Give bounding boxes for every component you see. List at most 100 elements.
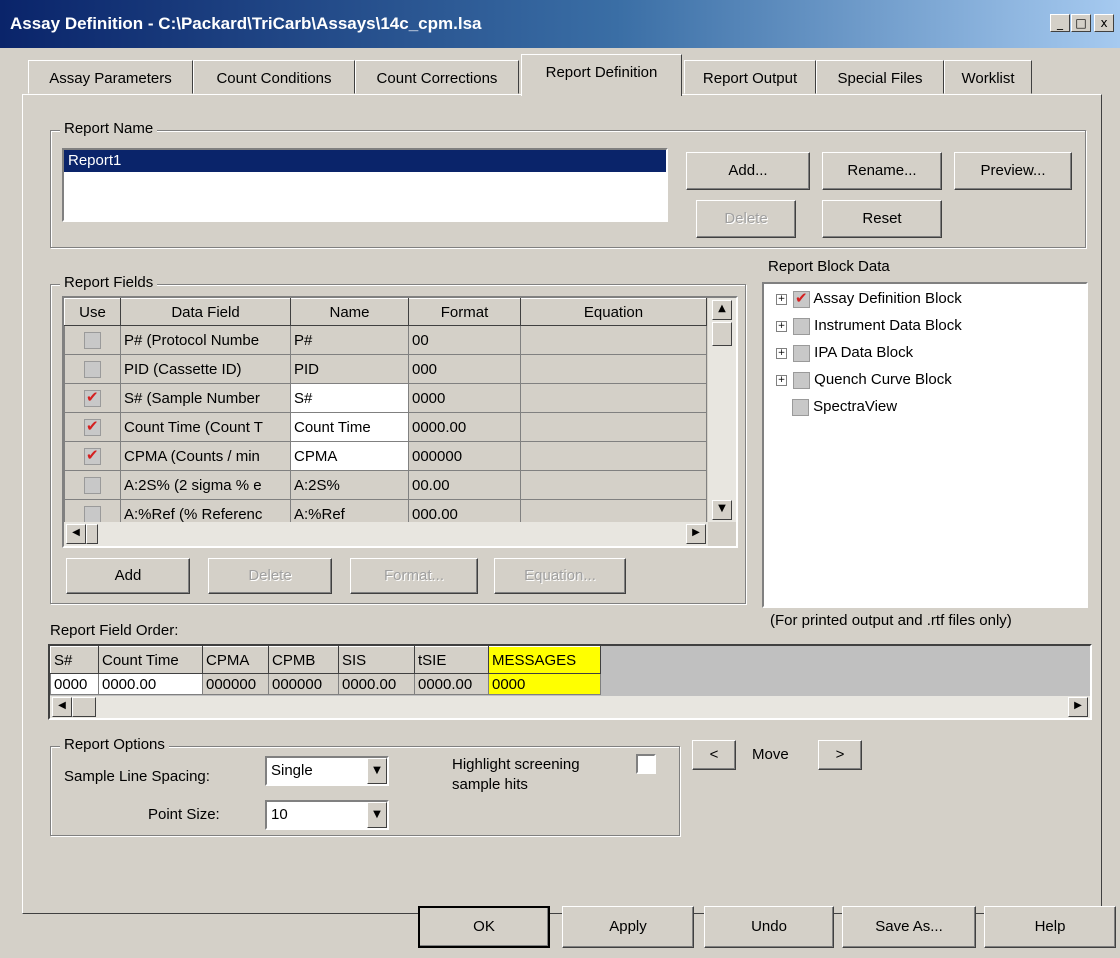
order-header-highlight[interactable]: MESSAGES: [488, 646, 601, 674]
equation-cell[interactable]: [520, 441, 707, 471]
add-field-button[interactable]: Add: [66, 558, 190, 594]
use-checkbox[interactable]: [84, 417, 101, 436]
equation-cell[interactable]: [520, 383, 707, 413]
save-as-button[interactable]: Save As...: [842, 906, 976, 948]
tree-item-assay-definition[interactable]: + Assay Definition Block: [776, 289, 962, 314]
tab-special-files[interactable]: Special Files: [816, 60, 944, 94]
name-cell[interactable]: P#: [290, 325, 409, 355]
tree-item-instrument-data[interactable]: + Instrument Data Block: [776, 317, 962, 341]
format-cell[interactable]: 00.00: [408, 470, 521, 500]
scroll-up-icon[interactable]: ▲: [712, 300, 732, 320]
order-header[interactable]: CPMA: [202, 646, 269, 674]
block-checkbox[interactable]: [793, 371, 810, 389]
apply-button[interactable]: Apply: [562, 906, 694, 948]
minimize-button[interactable]: _: [1050, 14, 1070, 32]
delete-field-button[interactable]: Delete: [208, 558, 332, 594]
scroll-left-icon[interactable]: ◀: [52, 697, 72, 717]
use-checkbox[interactable]: [84, 505, 101, 523]
format-cell[interactable]: 0000.00: [408, 412, 521, 442]
block-checkbox[interactable]: [793, 344, 810, 362]
format-cell[interactable]: 000000: [408, 441, 521, 471]
close-button[interactable]: x: [1094, 14, 1114, 32]
scroll-right-icon[interactable]: ▶: [1068, 697, 1088, 717]
highlight-label-2: sample hits: [452, 776, 528, 793]
name-cell[interactable]: CPMA: [290, 441, 409, 471]
order-header[interactable]: Count Time: [98, 646, 203, 674]
scroll-thumb[interactable]: [72, 697, 96, 717]
tab-count-conditions[interactable]: Count Conditions: [193, 60, 355, 94]
scroll-down-icon[interactable]: ▼: [712, 500, 732, 520]
equation-cell[interactable]: [520, 354, 707, 384]
header-equation[interactable]: Equation: [520, 298, 707, 326]
field-order-grid[interactable]: S# Count Time CPMA CPMB SIS tSIE MESSAGE…: [48, 644, 1092, 720]
order-header[interactable]: S#: [50, 646, 99, 674]
header-data-field[interactable]: Data Field: [120, 298, 291, 326]
spacing-select[interactable]: Single ▼: [265, 756, 389, 786]
expand-icon[interactable]: +: [776, 320, 787, 332]
format-cell[interactable]: 00: [408, 325, 521, 355]
tab-worklist[interactable]: Worklist: [944, 60, 1032, 94]
delete-report-button[interactable]: Delete: [696, 200, 796, 238]
scroll-thumb[interactable]: [712, 322, 732, 346]
name-cell[interactable]: PID: [290, 354, 409, 384]
chevron-down-icon[interactable]: ▼: [367, 758, 387, 784]
block-checkbox[interactable]: [793, 317, 810, 335]
scroll-right-icon[interactable]: ▶: [686, 524, 706, 544]
header-format[interactable]: Format: [408, 298, 521, 326]
order-horizontal-scrollbar[interactable]: ◀ ▶: [50, 696, 1090, 718]
order-header[interactable]: CPMB: [268, 646, 339, 674]
undo-button[interactable]: Undo: [704, 906, 834, 948]
tree-item-quench-curve[interactable]: + Quench Curve Block: [776, 371, 952, 395]
help-button[interactable]: Help: [984, 906, 1116, 948]
equation-cell[interactable]: [520, 325, 707, 355]
report-name-list[interactable]: Report1: [62, 148, 668, 222]
equation-cell[interactable]: [520, 470, 707, 500]
block-checkbox[interactable]: [792, 398, 809, 416]
name-cell[interactable]: S#: [290, 383, 409, 413]
scroll-thumb[interactable]: [86, 524, 98, 544]
expand-icon[interactable]: +: [776, 347, 787, 359]
header-name[interactable]: Name: [290, 298, 409, 326]
report-list-item[interactable]: Report1: [64, 150, 666, 172]
vertical-scrollbar[interactable]: ▲ ▼: [708, 298, 736, 522]
move-left-button[interactable]: <: [692, 740, 736, 770]
format-field-button[interactable]: Format...: [350, 558, 478, 594]
block-checkbox[interactable]: [793, 289, 810, 308]
tab-count-corrections[interactable]: Count Corrections: [355, 60, 519, 94]
header-use[interactable]: Use: [64, 298, 121, 326]
rename-report-button[interactable]: Rename...: [822, 152, 942, 190]
chevron-down-icon[interactable]: ▼: [367, 802, 387, 828]
report-block-tree[interactable]: + Assay Definition Block + Instrument Da…: [762, 282, 1088, 608]
report-fields-grid[interactable]: Use Data Field Name Format Equation P# (…: [62, 296, 738, 548]
format-cell[interactable]: 0000: [408, 383, 521, 413]
use-checkbox[interactable]: [84, 331, 101, 349]
scroll-left-icon[interactable]: ◀: [66, 524, 86, 544]
use-checkbox[interactable]: [84, 446, 101, 465]
order-header[interactable]: SIS: [338, 646, 415, 674]
expand-icon[interactable]: +: [776, 293, 787, 305]
tree-item-ipa-data[interactable]: + IPA Data Block: [776, 344, 913, 368]
tab-report-definition[interactable]: Report Definition: [521, 54, 682, 96]
order-header[interactable]: tSIE: [414, 646, 489, 674]
horizontal-scrollbar[interactable]: ◀ ▶: [64, 522, 708, 546]
add-report-button[interactable]: Add...: [686, 152, 810, 190]
tab-assay-parameters[interactable]: Assay Parameters: [28, 60, 193, 94]
reset-report-button[interactable]: Reset: [822, 200, 942, 238]
tab-report-output[interactable]: Report Output: [684, 60, 816, 94]
equation-cell[interactable]: [520, 412, 707, 442]
expand-icon[interactable]: +: [776, 374, 787, 386]
highlight-checkbox[interactable]: [636, 754, 656, 774]
ok-button[interactable]: OK: [418, 906, 550, 948]
preview-report-button[interactable]: Preview...: [954, 152, 1072, 190]
name-cell[interactable]: A:2S%: [290, 470, 409, 500]
name-cell[interactable]: Count Time: [290, 412, 409, 442]
tree-item-spectraview[interactable]: SpectraView: [792, 398, 897, 422]
use-checkbox[interactable]: [84, 388, 101, 407]
maximize-button[interactable]: □: [1071, 14, 1091, 32]
use-checkbox[interactable]: [84, 360, 101, 378]
move-right-button[interactable]: >: [818, 740, 862, 770]
equation-field-button[interactable]: Equation...: [494, 558, 626, 594]
point-size-select[interactable]: 10 ▼: [265, 800, 389, 830]
format-cell[interactable]: 000: [408, 354, 521, 384]
use-checkbox[interactable]: [84, 476, 101, 494]
